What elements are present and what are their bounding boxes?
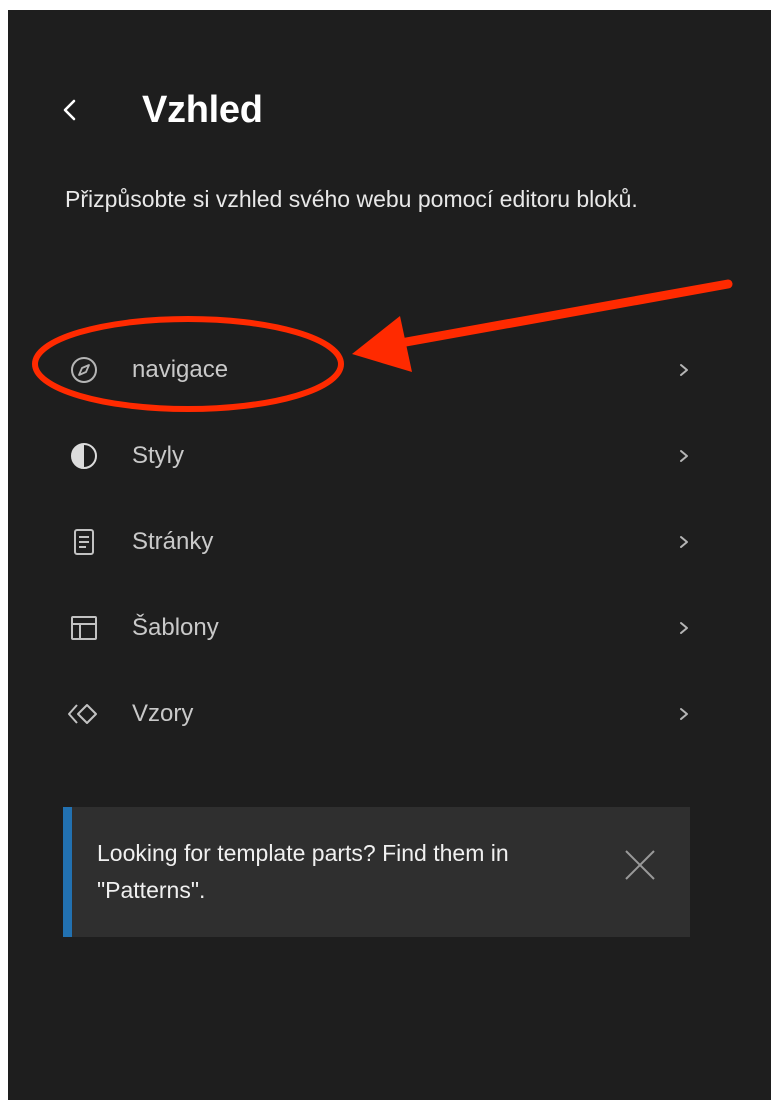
nav-item-styly[interactable]: Styly bbox=[8, 412, 708, 498]
chevron-left-icon bbox=[63, 99, 76, 121]
nav-item-label: Šablony bbox=[132, 614, 219, 641]
notice-dismiss-button[interactable] bbox=[620, 845, 660, 885]
nav-item-label: Vzory bbox=[132, 700, 194, 727]
close-icon bbox=[625, 850, 655, 880]
nav-item-sablony[interactable]: Šablony bbox=[8, 584, 708, 670]
chevron-right-icon bbox=[674, 616, 694, 640]
half-circle-icon bbox=[66, 438, 102, 474]
chevron-right-icon bbox=[674, 358, 694, 382]
page-icon bbox=[66, 524, 102, 560]
nav-item-stranky[interactable]: Stránky bbox=[8, 498, 708, 584]
symbol-icon bbox=[66, 696, 102, 732]
compass-icon bbox=[66, 352, 102, 388]
template-parts-notice: Looking for template parts? Find them in… bbox=[63, 807, 690, 937]
sidebar-header: Vzhled bbox=[8, 82, 708, 144]
nav-item-vzory[interactable]: Vzory bbox=[8, 670, 708, 756]
back-button[interactable] bbox=[56, 90, 84, 130]
notice-text: Looking for template parts? Find them in… bbox=[97, 840, 509, 903]
chevron-right-icon bbox=[674, 444, 694, 468]
nav-item-navigace[interactable]: navigace bbox=[8, 326, 708, 412]
nav-item-label: Stránky bbox=[132, 528, 214, 555]
nav-item-label: Styly bbox=[132, 442, 185, 469]
navigation-menu: navigace Styly Stránky Šablony Vzory bbox=[8, 326, 771, 756]
nav-item-label: navigace bbox=[132, 356, 229, 383]
chevron-right-icon bbox=[674, 530, 694, 554]
layout-icon bbox=[66, 610, 102, 646]
appearance-sidebar: Vzhled Přizpůsobte si vzhled svého webu … bbox=[8, 10, 771, 1100]
chevron-right-icon bbox=[674, 702, 694, 726]
page-title: Vzhled bbox=[142, 89, 263, 131]
page-description: Přizpůsobte si vzhled svého webu pomocí … bbox=[65, 186, 638, 212]
